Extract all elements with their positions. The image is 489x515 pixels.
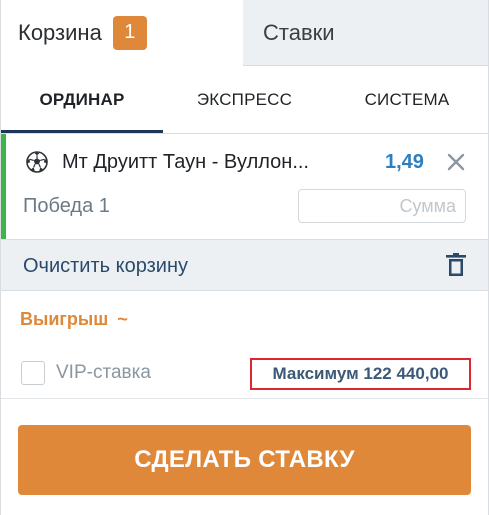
winnings-label: Выигрыш (20, 309, 109, 329)
divider (1, 398, 488, 399)
bet-type-tabs: ОРДИНАР ЭКСПРЕСС СИСТЕМА (1, 66, 488, 134)
odds-value: 1,49 (385, 151, 424, 173)
basket-count-badge: 1 (112, 15, 147, 50)
tab-system[interactable]: СИСТЕМА (326, 66, 488, 133)
tab-basket-label: Корзина (18, 19, 102, 45)
vip-checkbox[interactable] (21, 361, 45, 385)
max-stake-label: Максимум 122 440,00 (272, 364, 449, 383)
winnings-expand-icon: ~ (117, 309, 128, 329)
top-tabs: Корзина 1 Ставки (1, 0, 488, 66)
clear-basket-row[interactable]: Очистить корзину (1, 239, 488, 291)
place-bet-button[interactable]: СДЕЛАТЬ СТАВКУ (18, 425, 471, 495)
tab-bets-label: Ставки (263, 19, 335, 45)
clear-basket-label: Очистить корзину (23, 255, 188, 277)
close-icon[interactable] (447, 153, 465, 171)
stake-input[interactable] (298, 189, 466, 223)
tab-express[interactable]: ЭКСПРЕСС (163, 66, 326, 133)
bet-slip: Корзина 1 Ставки ОРДИНАР ЭКСПРЕСС СИСТЕМ… (0, 0, 489, 515)
max-stake-link[interactable]: Максимум 122 440,00 (250, 358, 471, 390)
winnings-toggle[interactable]: Выигрыш ~ (20, 309, 128, 330)
tab-basket[interactable]: Корзина 1 (1, 0, 243, 66)
bet-item: Мт Друитт Таун - Вуллон... 1,49 Победа 1 (1, 134, 488, 239)
match-name: Мт Друитт Таун - Вуллон... (62, 151, 309, 173)
active-tab-underline (1, 130, 163, 133)
soccer-ball-icon (26, 151, 48, 173)
vip-label[interactable]: VIP-ставка (56, 362, 151, 384)
tab-single[interactable]: ОРДИНАР (1, 66, 163, 133)
tab-bets[interactable]: Ставки (243, 0, 488, 66)
bet-outcome: Победа 1 (23, 195, 110, 217)
trash-icon[interactable] (445, 253, 467, 277)
